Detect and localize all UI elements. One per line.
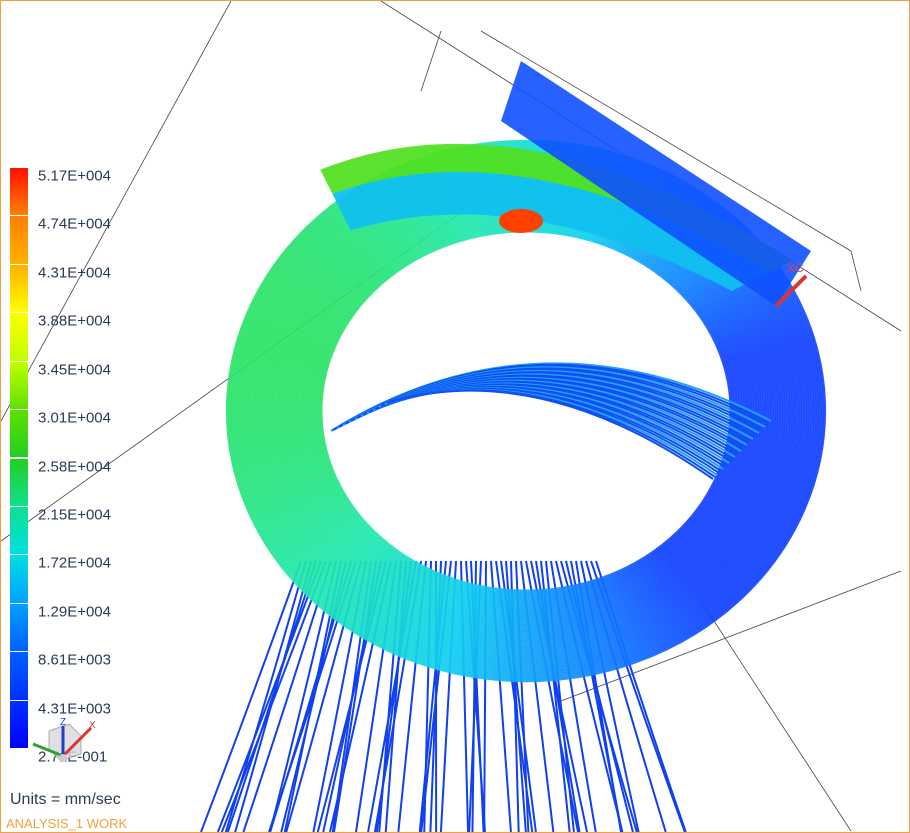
wireframe-edge	[700, 600, 852, 832]
view-name-label: ANALYSIS_1 WORK	[6, 816, 128, 831]
legend-label: 1.29E+004	[38, 603, 111, 621]
legend-color-band	[10, 603, 28, 652]
legend-color-band	[10, 313, 28, 361]
legend-label: 5.17E+004	[38, 167, 111, 185]
wireframe-edge	[420, 30, 442, 92]
legend-label: 2.58E+004	[38, 458, 111, 475]
legend-color-band	[10, 555, 28, 603]
legend-label: 8.61E+003	[38, 651, 111, 669]
legend-color-band	[10, 458, 28, 506]
wireframe-edge	[1, 1, 232, 422]
legend-color-band	[10, 216, 28, 264]
graphics-viewport[interactable]: 5.17E+004 4.74E+004 4.31E+004 3.88E+004 3.45…	[0, 0, 910, 833]
streamline-plot	[1, 1, 902, 832]
high-velocity-region	[499, 209, 543, 233]
wireframe-edge	[850, 250, 862, 292]
legend-label: 3.88E+004	[38, 312, 111, 330]
legend-label: 1.72E+004	[38, 554, 111, 572]
legend-label: 2.15E+004	[38, 506, 111, 524]
legend-label: 3.01E+004	[38, 409, 111, 427]
legend-label: 4.31E+003	[38, 700, 111, 718]
view-triad-icon[interactable]: X Z	[29, 716, 99, 771]
legend-color-band	[10, 168, 28, 216]
units-label: Units = mm/sec	[10, 791, 121, 808]
csys-label: XC	[787, 261, 804, 275]
legend-color-band	[10, 652, 28, 700]
legend-label: 4.74E+004	[38, 215, 111, 233]
legend-color-band	[10, 264, 28, 313]
svg-text:X: X	[89, 720, 96, 731]
legend-color-band	[10, 410, 28, 458]
velocity-color-legend	[10, 168, 28, 749]
legend-color-band	[10, 506, 28, 555]
svg-text:Z: Z	[60, 717, 66, 728]
legend-color-band	[10, 361, 28, 410]
legend-label: 3.45E+004	[38, 361, 111, 379]
legend-color-band	[10, 700, 28, 748]
legend-label: 4.31E+004	[38, 264, 111, 282]
streamline	[200, 560, 302, 832]
streamline	[216, 560, 322, 832]
